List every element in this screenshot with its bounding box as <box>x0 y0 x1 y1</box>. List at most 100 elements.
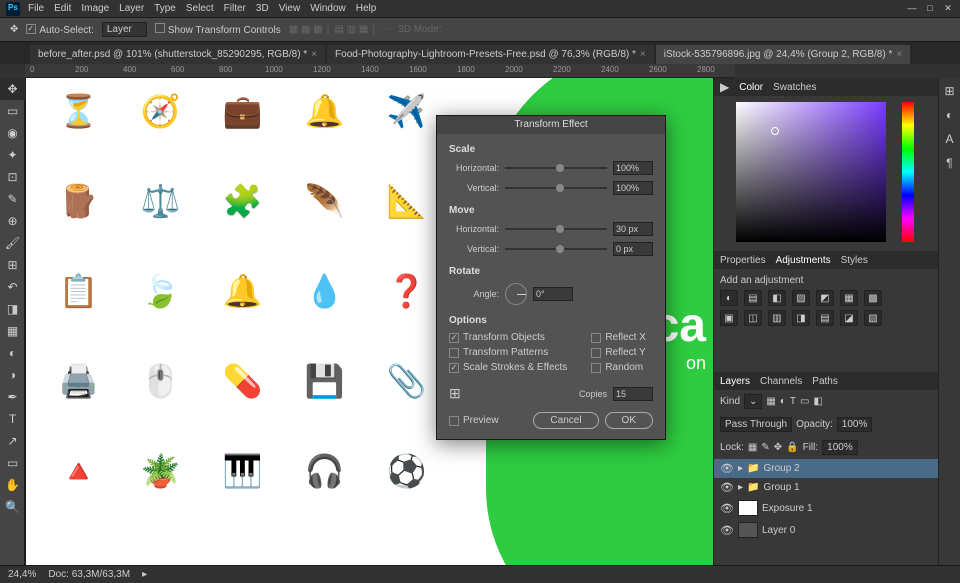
transform-objects-checkbox[interactable] <box>449 333 459 343</box>
angle-dial[interactable] <box>505 283 527 305</box>
filter-icon[interactable]: ◐ <box>780 396 786 407</box>
panel-icon[interactable]: A <box>945 132 953 146</box>
lasso-tool[interactable]: ◉ <box>0 122 25 144</box>
window-close-icon[interactable]: ✕ <box>940 2 956 14</box>
lock-icon[interactable]: 🔒 <box>786 442 798 453</box>
color-cursor[interactable] <box>771 127 779 135</box>
gradient-tool[interactable]: ▦ <box>0 320 25 342</box>
scale-h-input[interactable] <box>613 161 653 175</box>
filter-icon[interactable]: ▭ <box>800 396 809 407</box>
visibility-icon[interactable]: 👁 <box>720 481 734 494</box>
kind-filter[interactable]: ⌄ <box>744 394 762 409</box>
anchor-grid-icon[interactable]: ⊞ <box>449 385 461 402</box>
adj-icon[interactable]: ▣ <box>720 310 738 326</box>
adj-icon[interactable]: ◪ <box>840 310 858 326</box>
color-field[interactable] <box>736 102 886 242</box>
layer-row[interactable]: 👁Layer 0 <box>714 519 938 541</box>
chevron-icon[interactable]: ▸ <box>738 463 743 474</box>
adj-icon[interactable]: ▧ <box>864 310 882 326</box>
filter-icon[interactable]: T <box>790 396 796 407</box>
adj-icon[interactable]: ▦ <box>840 290 858 306</box>
adj-icon[interactable]: ▤ <box>816 310 834 326</box>
blend-mode-dropdown[interactable]: Pass Through <box>720 417 792 432</box>
hue-slider[interactable] <box>902 102 914 242</box>
chevron-icon[interactable]: ▸ <box>142 569 147 580</box>
opacity-input[interactable]: 100% <box>837 417 873 432</box>
move-h-input[interactable] <box>613 222 653 236</box>
scale-v-input[interactable] <box>613 181 653 195</box>
menu-edit[interactable]: Edit <box>54 3 71 14</box>
reflect-y-checkbox[interactable] <box>591 348 601 358</box>
zoom-level[interactable]: 24,4% <box>8 569 36 580</box>
cancel-button[interactable]: Cancel <box>533 412 598 429</box>
menu-3d[interactable]: 3D <box>256 3 269 14</box>
color-tab[interactable]: Color <box>739 82 763 93</box>
eraser-tool[interactable]: ◨ <box>0 298 25 320</box>
adj-icon[interactable]: ▥ <box>768 310 786 326</box>
close-icon[interactable]: × <box>640 49 646 60</box>
scale-strokes-checkbox[interactable] <box>449 363 459 373</box>
adj-icon[interactable]: ◨ <box>792 310 810 326</box>
window-maximize-icon[interactable]: □ <box>922 2 938 14</box>
lock-icon[interactable]: ▦ <box>748 442 757 453</box>
menu-help[interactable]: Help <box>356 3 377 14</box>
random-checkbox[interactable] <box>591 363 601 373</box>
adj-icon[interactable]: ▩ <box>864 290 882 306</box>
show-transform-checkbox[interactable] <box>155 23 165 33</box>
move-v-slider[interactable] <box>505 248 607 250</box>
adj-icon[interactable]: ▨ <box>792 290 810 306</box>
fill-input[interactable]: 100% <box>822 440 858 455</box>
lock-icon[interactable]: ✥ <box>774 442 782 453</box>
visibility-icon[interactable]: 👁 <box>720 502 734 515</box>
close-icon[interactable]: × <box>896 49 902 60</box>
scale-v-slider[interactable] <box>505 187 607 189</box>
visibility-icon[interactable]: 👁 <box>720 524 734 537</box>
adj-icon[interactable]: ◧ <box>768 290 786 306</box>
adj-icon[interactable]: ◩ <box>816 290 834 306</box>
history-brush-tool[interactable]: ↶ <box>0 276 25 298</box>
preview-checkbox[interactable] <box>449 416 459 426</box>
zoom-tool[interactable]: 🔍 <box>0 496 25 518</box>
close-icon[interactable]: × <box>311 49 317 60</box>
menu-image[interactable]: Image <box>81 3 109 14</box>
menu-select[interactable]: Select <box>186 3 214 14</box>
panel-icon[interactable]: ◐ <box>946 108 953 122</box>
menu-type[interactable]: Type <box>154 3 176 14</box>
tab-document-2[interactable]: Food-Photography-Lightroom-Presets-Free.… <box>327 45 654 64</box>
wand-tool[interactable]: ✦ <box>0 144 25 166</box>
angle-input[interactable] <box>533 287 573 301</box>
dodge-tool[interactable]: ◑ <box>0 364 25 386</box>
menu-window[interactable]: Window <box>310 3 346 14</box>
transform-patterns-checkbox[interactable] <box>449 348 459 358</box>
panel-icon[interactable]: ⊞ <box>944 84 954 98</box>
lock-icon[interactable]: ✎ <box>761 442 769 453</box>
move-v-input[interactable] <box>613 242 653 256</box>
menu-view[interactable]: View <box>279 3 301 14</box>
filter-icon[interactable]: ▦ <box>766 396 775 407</box>
swatches-tab[interactable]: Swatches <box>773 82 816 93</box>
adj-icon[interactable]: ▤ <box>744 290 762 306</box>
layers-tab[interactable]: Layers <box>720 376 750 387</box>
menu-file[interactable]: File <box>28 3 44 14</box>
type-tool[interactable]: T <box>0 408 25 430</box>
auto-select-dropdown[interactable]: Layer <box>102 22 147 37</box>
adj-icon[interactable]: ◫ <box>744 310 762 326</box>
properties-tab[interactable]: Properties <box>720 255 766 266</box>
layer-row[interactable]: 👁▸📁Group 1 <box>714 478 938 497</box>
move-tool[interactable]: ✥ <box>0 78 25 100</box>
adj-icon[interactable]: ◐ <box>720 290 738 306</box>
brush-tool[interactable]: 🖌 <box>0 232 25 254</box>
eyedropper-tool[interactable]: ✎ <box>0 188 25 210</box>
filter-icon[interactable]: ◧ <box>813 396 822 407</box>
reflect-x-checkbox[interactable] <box>591 333 601 343</box>
play-icon[interactable]: ▶ <box>720 80 729 94</box>
hand-tool[interactable]: ✋ <box>0 474 25 496</box>
stamp-tool[interactable]: ⊞ <box>0 254 25 276</box>
visibility-icon[interactable]: 👁 <box>720 462 734 475</box>
chevron-icon[interactable]: ▸ <box>738 482 743 493</box>
marquee-tool[interactable]: ▭ <box>0 100 25 122</box>
blur-tool[interactable]: ◐ <box>0 342 25 364</box>
heal-tool[interactable]: ⊕ <box>0 210 25 232</box>
window-minimize-icon[interactable]: — <box>904 2 920 14</box>
scale-h-slider[interactable] <box>505 167 607 169</box>
